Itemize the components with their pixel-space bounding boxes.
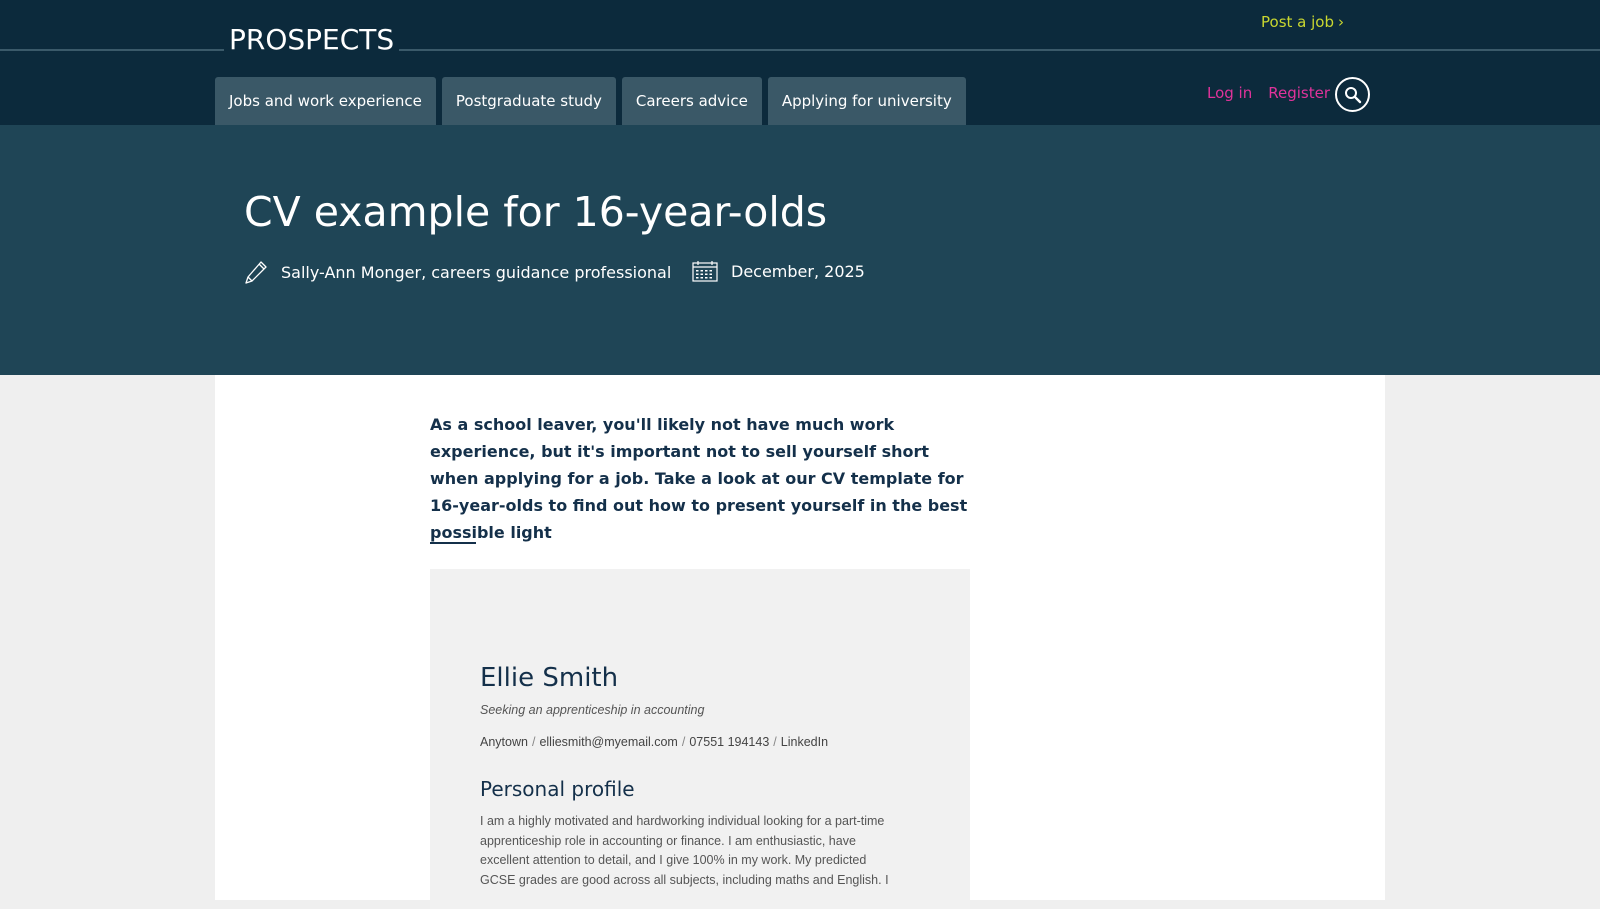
pencil-icon (245, 261, 267, 284)
cv-separator: / (531, 735, 536, 749)
author-name: Sally-Ann Monger, careers guidance profe… (281, 262, 672, 282)
lede-divider (430, 542, 476, 544)
page-title: CV example for 16-year-olds (244, 188, 828, 236)
chevron-right-icon: › (1338, 13, 1344, 31)
cv-profile-text: I am a highly motivated and hardworking … (480, 814, 889, 887)
login-link[interactable]: Log in (1207, 84, 1252, 102)
post-job-link[interactable]: Post a job › (1261, 13, 1344, 31)
calendar-icon (692, 261, 718, 282)
register-link[interactable]: Register (1268, 84, 1330, 102)
site-logo[interactable]: PROSPECTS (224, 22, 400, 58)
publish-date: December, 2025 (731, 261, 865, 281)
nav-tab-jobs[interactable]: Jobs and work experience (215, 77, 436, 125)
cv-name: Ellie Smith (480, 663, 619, 693)
cv-town: Anytown (480, 735, 528, 749)
article-body: As a school leaver, you'll likely not ha… (215, 375, 1385, 909)
cv-email: elliesmith@myemail.com (539, 735, 678, 749)
cv-linkedin: LinkedIn (780, 735, 829, 749)
account-links: Log in Register (1207, 84, 1330, 102)
article-author: Sally-Ann Monger, careers guidance profe… (244, 260, 671, 284)
site-header: PROSPECTS Post a job › Jobs and work expe… (0, 0, 1600, 125)
cv-separator: / (773, 735, 777, 749)
cv-example-card: Ellie Smith Seeking an apprenticeship in… (430, 569, 970, 909)
cv-tagline: Seeking an apprenticeship in accounting (480, 703, 705, 717)
main-nav: Jobs and work experience Postgraduate st… (215, 77, 966, 125)
cv-section-title: Personal profile (480, 777, 635, 801)
article-date: December, 2025 (692, 260, 865, 282)
search-icon (1344, 86, 1361, 103)
post-job-label: Post a job (1261, 13, 1334, 31)
cv-separator: / (681, 735, 686, 749)
cv-phone: 07551 194143 (689, 735, 770, 749)
nav-tab-applying-university[interactable]: Applying for university (767, 77, 966, 125)
nav-tab-postgraduate[interactable]: Postgraduate study (441, 77, 616, 125)
article-lede: As a school leaver, you'll likely not ha… (430, 415, 968, 542)
search-button[interactable] (1335, 77, 1370, 112)
cv-contact-line: Anytown / elliesmith@myemail.com/07551 194… (480, 735, 828, 749)
article-hero: CV example for 16-year-olds Sally-Ann Mo… (0, 125, 1600, 375)
nav-tab-careers-advice[interactable]: Careers advice (621, 77, 762, 125)
